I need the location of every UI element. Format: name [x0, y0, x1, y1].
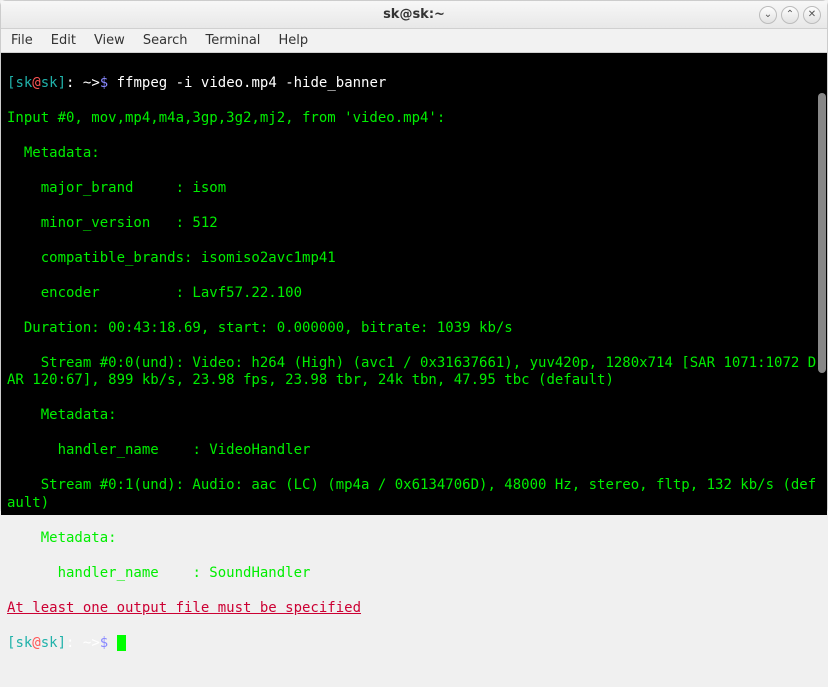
terminal-area[interactable]: [sk@sk]: ~>$ ffmpeg -i video.mp4 -hide_b…: [1, 53, 827, 515]
prompt-rbr: ]: [58, 75, 66, 91]
output-line-7: Duration: 00:43:18.69, start: 0.000000, …: [7, 320, 821, 338]
cursor-icon: [117, 635, 126, 651]
close-icon: ✕: [808, 9, 816, 20]
terminal-line-prompt2: [sk@sk]: ~>$: [7, 635, 821, 653]
prompt-rbr: ]: [58, 635, 66, 651]
close-button[interactable]: ✕: [803, 6, 821, 24]
prompt-host: sk: [41, 75, 58, 91]
menu-terminal[interactable]: Terminal: [205, 33, 260, 48]
menu-edit[interactable]: Edit: [51, 33, 76, 48]
prompt-host: sk: [41, 635, 58, 651]
menu-help[interactable]: Help: [278, 33, 308, 48]
output-line-12: Metadata:: [7, 530, 821, 548]
menu-search[interactable]: Search: [143, 33, 188, 48]
output-line-9: Metadata:: [7, 407, 821, 425]
scrollbar-thumb[interactable]: [818, 93, 826, 373]
maximize-icon: ⌃: [786, 9, 794, 20]
output-line-5: compatible_brands: isomiso2avc1mp41: [7, 250, 821, 268]
output-line-13: handler_name : SoundHandler: [7, 565, 821, 583]
terminal-line-prompt1: [sk@sk]: ~>$ ffmpeg -i video.mp4 -hide_b…: [7, 75, 821, 93]
prompt-at: @: [32, 635, 40, 651]
prompt-dollar: $: [100, 635, 117, 651]
prompt-user: sk: [15, 75, 32, 91]
output-line-3: major_brand : isom: [7, 180, 821, 198]
prompt-colon: :: [66, 635, 74, 651]
window-controls: ⌄ ⌃ ✕: [759, 6, 821, 24]
menubar: File Edit View Search Terminal Help: [1, 29, 827, 53]
output-line-4: minor_version : 512: [7, 215, 821, 233]
prompt-at: @: [32, 75, 40, 91]
prompt-lbr: [: [7, 635, 15, 651]
window-titlebar: sk@sk:~ ⌄ ⌃ ✕: [1, 1, 827, 29]
output-line-11: Stream #0:1(und): Audio: aac (LC) (mp4a …: [7, 477, 821, 512]
prompt-dollar: $: [100, 75, 117, 91]
output-line-10: handler_name : VideoHandler: [7, 442, 821, 460]
maximize-button[interactable]: ⌃: [781, 6, 799, 24]
minimize-icon: ⌄: [764, 9, 772, 20]
output-line-1: Input #0, mov,mp4,m4a,3gp,3g2,mj2, from …: [7, 110, 821, 128]
prompt-path: ~>: [74, 75, 99, 91]
output-line-8: Stream #0:0(und): Video: h264 (High) (av…: [7, 355, 821, 390]
minimize-button[interactable]: ⌄: [759, 6, 777, 24]
error-line: At least one output file must be specifi…: [7, 600, 821, 618]
prompt-user: sk: [15, 635, 32, 651]
output-line-6: encoder : Lavf57.22.100: [7, 285, 821, 303]
menu-view[interactable]: View: [94, 33, 125, 48]
command-text: ffmpeg -i video.mp4 -hide_banner: [117, 75, 387, 91]
prompt-path: ~>: [74, 635, 99, 651]
output-line-2: Metadata:: [7, 145, 821, 163]
window-title: sk@sk:~: [383, 7, 445, 22]
menu-file[interactable]: File: [11, 33, 33, 48]
